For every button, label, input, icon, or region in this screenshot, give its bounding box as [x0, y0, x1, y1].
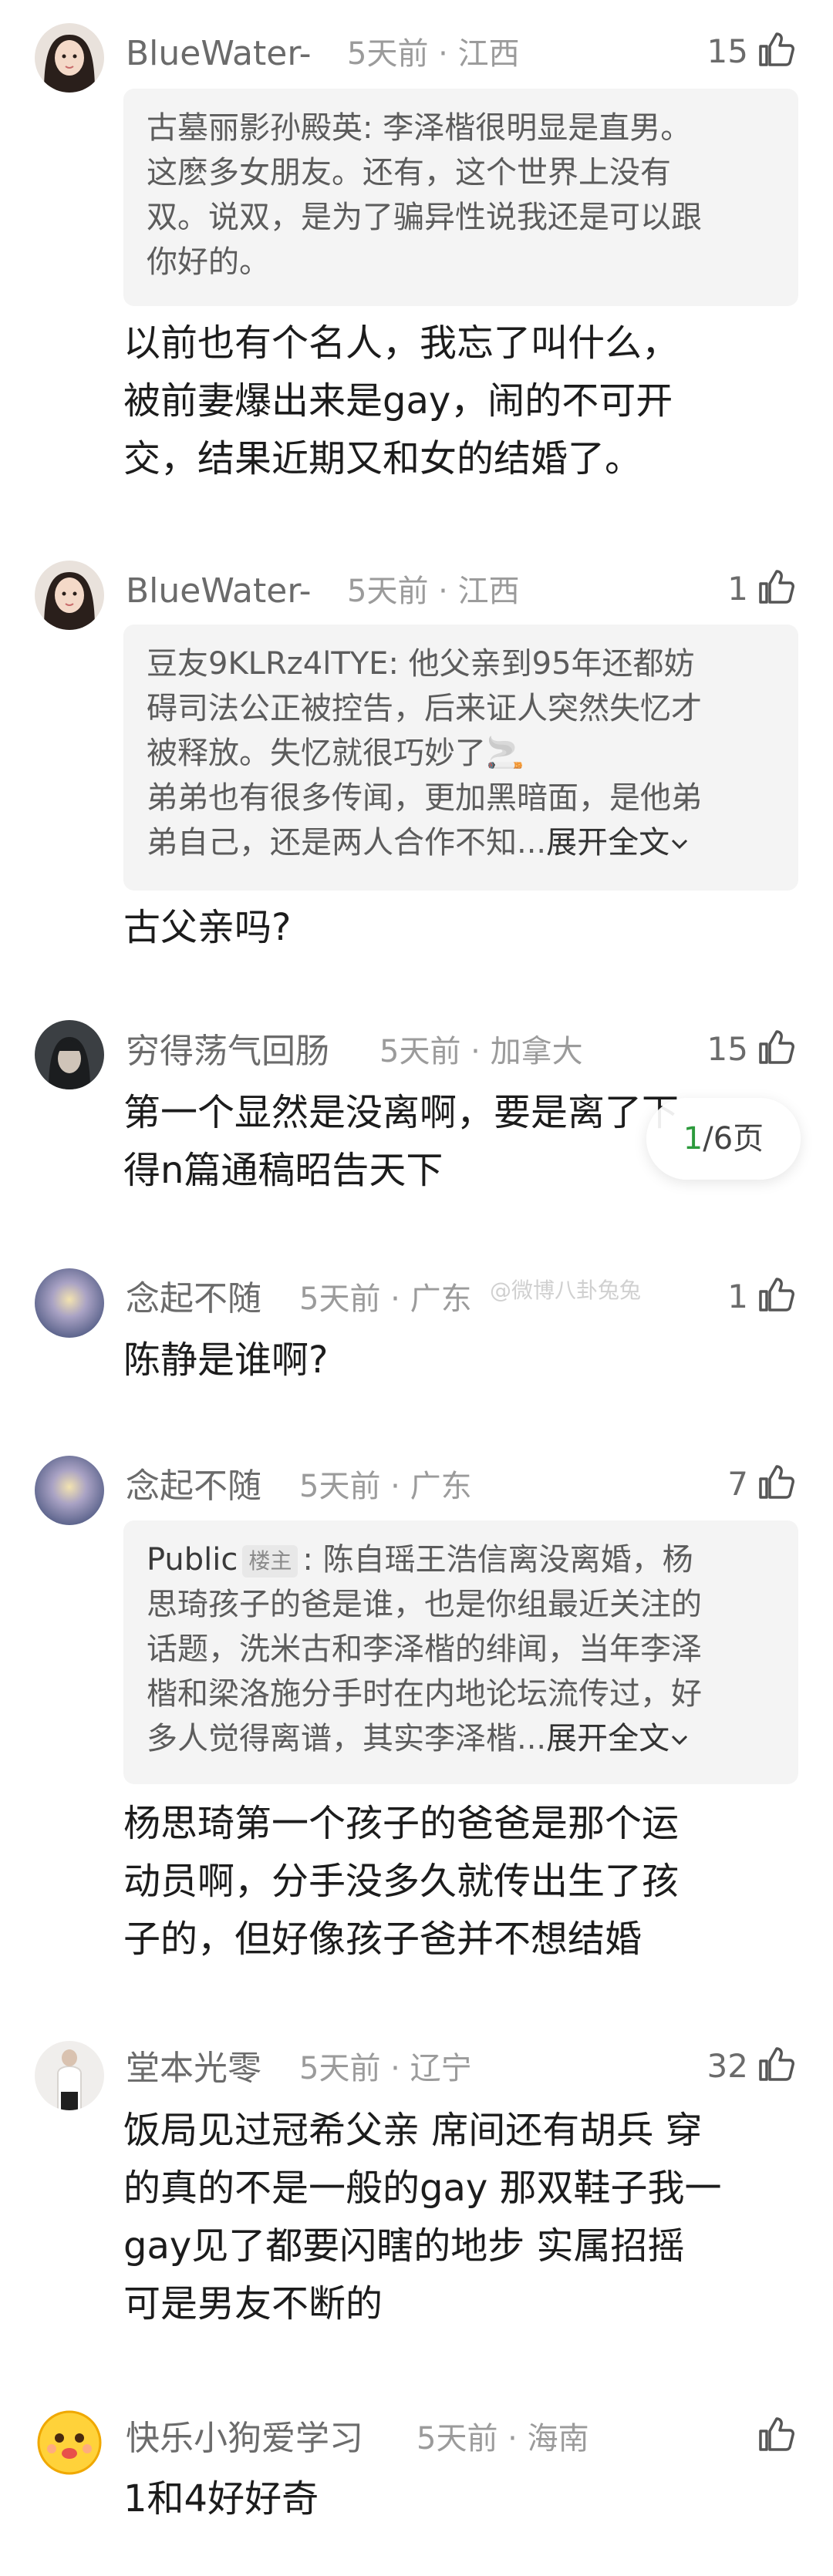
quote-line: 弟自己，还是两人合作不知...展开全文: [147, 820, 775, 865]
quoted-reply[interactable]: 古墓丽影孙殿英: 李泽楷很明显是直男。 这麽多女朋友。还有，这个世界上没有 双。…: [123, 89, 798, 306]
thumbs-up-icon[interactable]: [756, 29, 796, 69]
comment-line: 以前也有个名人，我忘了叫什么，: [123, 322, 680, 365]
username[interactable]: BlueWater-: [126, 574, 312, 608]
like-count: 1: [727, 570, 748, 608]
quote-line: 碍司法公正被控告，后来证人突然失忆才: [147, 691, 702, 726]
quote-line: 豆友9KLRz4lTYE: 他父亲到95年还都妨: [147, 646, 695, 682]
quote-text: 弟自己，还是两人合作不知...: [147, 825, 547, 860]
username[interactable]: 穷得荡气回肠: [126, 1035, 329, 1069]
avatar[interactable]: [35, 561, 104, 630]
comment-line: 1和4好好奇: [123, 2477, 319, 2520]
quote-line: 多人觉得离谱，其实李泽楷...展开全文: [147, 1716, 775, 1761]
quote-text: : 陈自瑶王浩信离没离婚，杨: [302, 1542, 693, 1578]
total-pages: /6页: [703, 1121, 764, 1157]
avatar[interactable]: [35, 2041, 104, 2110]
comment-body: 陈静是谁啊?: [123, 1332, 802, 1389]
like-count: 32: [707, 2047, 748, 2085]
thumbs-up-icon[interactable]: [756, 2414, 796, 2454]
like-count: 7: [727, 1465, 748, 1503]
quoted-reply[interactable]: Public 楼主: 陈自瑶王浩信离没离婚，杨 思琦孩子的爸是谁，也是你组最近关注…: [123, 1520, 798, 1784]
avatar[interactable]: [35, 1020, 104, 1089]
avatar[interactable]: [35, 2407, 104, 2477]
quote-author[interactable]: Public: [147, 1542, 238, 1578]
owner-badge: 楼主: [242, 1545, 298, 1578]
quote-line: 话题，洗米古和李泽楷的绯闻，当年李泽: [147, 1631, 702, 1667]
quote-line: 被释放。失忆就很巧妙了🚬: [147, 736, 524, 771]
username[interactable]: 念起不随: [126, 1470, 261, 1504]
quote-line: 弟弟也有很多传闻，更加黑暗面，是他弟: [147, 780, 702, 816]
comment-line: gay见了都要闪瞎的地步 实属招摇: [123, 2224, 685, 2268]
quote-line: 这麽多女朋友。还有，这个世界上没有: [147, 155, 671, 190]
comment-line: 杨思琦第一个孩子的爸爸是那个运: [123, 1802, 680, 1845]
quote-line: 楷和梁洛施分手时在内地论坛流传过，好: [147, 1676, 702, 1712]
watermark: @微博八卦兔兔: [490, 1278, 642, 1303]
comment-line: 可是男友不断的: [123, 2282, 383, 2325]
comment-line: 陈静是谁啊?: [123, 1339, 329, 1382]
expand-full-text-link[interactable]: 展开全文: [546, 1721, 669, 1756]
comment-line: 古父亲吗?: [123, 906, 292, 949]
quote-line: Public 楼主: 陈自瑶王浩信离没离婚，杨: [147, 1537, 775, 1582]
quoted-reply[interactable]: 豆友9KLRz4lTYE: 他父亲到95年还都妨 碍司法公正被控告，后来证人突然…: [123, 625, 798, 891]
comment-line: 的真的不是一般的gay 那双鞋子我一: [123, 2167, 722, 2210]
comment-meta: 5天前 · 广东: [299, 1469, 472, 1504]
comment-body: 以前也有个名人，我忘了叫什么， 被前妻爆出来是gay，闹的不可开 交，结果近期又…: [123, 315, 802, 488]
comment-meta: 5天前 · 广东: [299, 1281, 472, 1317]
avatar[interactable]: [35, 1456, 104, 1525]
chevron-down-icon[interactable]: [669, 837, 690, 852]
comment-line: 饭局见过冠希父亲 席间还有胡兵 穿: [123, 2109, 703, 2152]
page-indicator[interactable]: 1/6页: [646, 1098, 801, 1180]
comment-line: 被前妻爆出来是gay，闹的不可开: [123, 379, 673, 423]
username[interactable]: 堂本光零: [126, 2052, 261, 2086]
comment-line: 交，结果近期又和女的结婚了。: [123, 437, 642, 480]
comment-meta: 5天前 · 江西: [347, 36, 520, 72]
chevron-down-icon[interactable]: [669, 1732, 690, 1748]
username[interactable]: BlueWater-: [126, 37, 312, 71]
username[interactable]: 快乐小狗爱学习: [126, 2422, 363, 2456]
username[interactable]: 念起不随: [126, 1282, 261, 1316]
thumbs-up-icon[interactable]: [756, 1275, 796, 1315]
quote-line: 思琦孩子的爸是谁，也是你组最近关注的: [147, 1587, 702, 1622]
comment-line: 动员啊，分手没多久就传出生了孩: [123, 1860, 680, 1903]
comment-meta: 5天前 · 海南: [416, 2421, 589, 2456]
avatar[interactable]: [35, 1268, 104, 1338]
expand-full-text-link[interactable]: 展开全文: [546, 825, 669, 860]
thumbs-up-icon[interactable]: [756, 1027, 796, 1067]
quote-line: 古墓丽影孙殿英: 李泽楷很明显是直男。: [147, 110, 692, 146]
comment-body: 1和4好好奇: [123, 2470, 802, 2528]
quote-text: 多人觉得离谱，其实李泽楷...: [147, 1721, 547, 1756]
comment-meta: 5天前 · 加拿大: [379, 1034, 583, 1069]
comment-meta: 5天前 · 辽宁: [299, 2051, 472, 2086]
current-page: 1: [683, 1121, 703, 1157]
like-count: 15: [707, 1030, 748, 1068]
quote-line: 双。说双，是为了骗异性说我还是可以跟: [147, 200, 702, 235]
thumbs-up-icon[interactable]: [756, 1462, 796, 1502]
comment-body: 古父亲吗?: [123, 899, 802, 957]
like-count: 15: [707, 32, 748, 70]
comment-body: 杨思琦第一个孩子的爸爸是那个运 动员啊，分手没多久就传出生了孩 子的，但好像孩子…: [123, 1795, 802, 1968]
thumbs-up-icon[interactable]: [756, 567, 796, 607]
avatar[interactable]: [35, 23, 104, 93]
comment-body: 饭局见过冠希父亲 席间还有胡兵 穿 的真的不是一般的gay 那双鞋子我一 gay…: [123, 2102, 802, 2333]
comment-meta: 5天前 · 江西: [347, 574, 520, 609]
quote-line: 你好的。: [147, 244, 270, 280]
comment-line: 子的，但好像孩子爸并不想结婚: [123, 1918, 642, 1961]
thumbs-up-icon[interactable]: [756, 2044, 796, 2084]
like-count: 1: [727, 1278, 748, 1315]
